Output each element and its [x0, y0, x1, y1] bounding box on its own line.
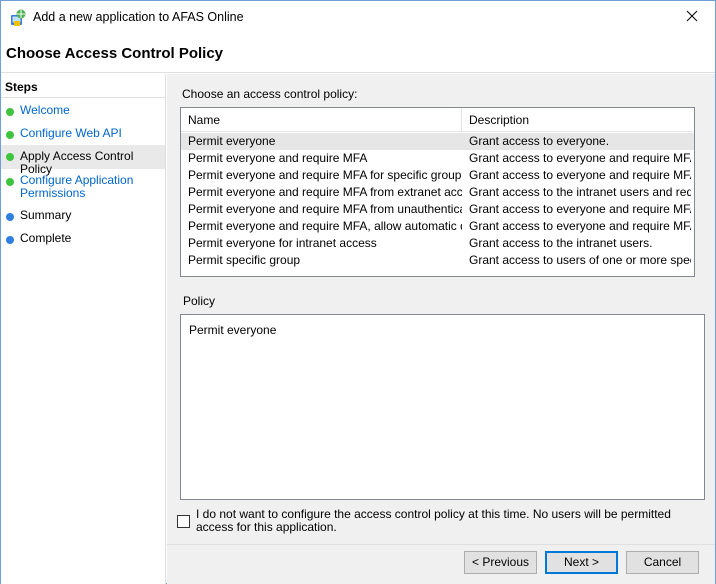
policy-list[interactable]: Name Description Permit everyone Grant a… [180, 107, 695, 277]
policy-description: Grant access to everyone and require MFA… [469, 219, 691, 233]
policy-description: Grant access to everyone and require MFA… [469, 151, 691, 165]
step-done-icon [6, 178, 14, 186]
step-pending-icon [6, 236, 14, 244]
close-button[interactable] [669, 1, 715, 33]
policy-name: Permit specific group [188, 253, 301, 267]
policy-description: Grant access to everyone and require MFA… [469, 202, 691, 216]
policy-row[interactable]: Permit specific group Grant access to us… [181, 252, 694, 269]
page-title: Choose Access Control Policy [6, 45, 224, 62]
policy-row[interactable]: Permit everyone and require MFA, allow a… [181, 218, 694, 235]
step-current-icon [6, 153, 14, 161]
step-label: Complete [20, 231, 72, 245]
step-apply-access-control-policy: Apply Access Control Policy [1, 145, 165, 176]
policy-name: Permit everyone and require MFA for spec… [188, 168, 462, 182]
step-label: Configure Application Permissions [20, 173, 134, 200]
policy-name: Permit everyone for intranet access [188, 236, 377, 250]
skip-policy-checkbox-label[interactable]: I do not want to configure the access co… [196, 508, 696, 534]
step-label: Welcome [20, 103, 70, 117]
policy-row[interactable]: Permit everyone and require MFA from una… [181, 201, 694, 218]
policy-row[interactable]: Permit everyone for intranet access Gran… [181, 235, 694, 252]
next-button[interactable]: Next > [545, 551, 618, 574]
step-pending-icon [6, 213, 14, 221]
policy-name: Permit everyone and require MFA from una… [188, 202, 462, 216]
title-bar: Add a new application to AFAS Online [1, 1, 715, 33]
steps-title: Steps [5, 80, 38, 94]
steps-pane: Steps Welcome Configure Web API Apply Ac… [1, 74, 166, 584]
policy-description: Grant access to the intranet users. [469, 236, 653, 250]
policy-label: Policy [183, 294, 216, 308]
policy-row[interactable]: Permit everyone and require MFA for spec… [181, 167, 694, 184]
previous-button[interactable]: < Previous [464, 551, 537, 574]
page-header: Choose Access Control Policy [1, 33, 715, 73]
policy-list-label: Choose an access control policy: [182, 87, 358, 101]
policy-name: Permit everyone [188, 134, 276, 148]
policy-description: Grant access to users of one or more spe… [469, 253, 691, 267]
steps-divider [1, 97, 166, 98]
policy-row[interactable]: Permit everyone and require MFA Grant ac… [181, 150, 694, 167]
policy-description: Grant access to the intranet users and r… [469, 185, 691, 199]
step-label: Configure Web API [20, 126, 122, 140]
policy-row[interactable]: Permit everyone Grant access to everyone… [181, 133, 694, 150]
cancel-button[interactable]: Cancel [626, 551, 699, 574]
policy-preview-box: Permit everyone [180, 314, 705, 500]
policy-name: Permit everyone and require MFA, allow a… [188, 219, 462, 233]
policy-description: Grant access to everyone and require MFA… [469, 168, 691, 182]
policy-row[interactable]: Permit everyone and require MFA from ext… [181, 184, 694, 201]
step-done-icon [6, 108, 14, 116]
wizard-window: Add a new application to AFAS Online Cho… [0, 0, 716, 584]
footer-divider [167, 544, 715, 545]
policy-description: Grant access to everyone. [469, 134, 610, 148]
window-title: Add a new application to AFAS Online [33, 10, 244, 24]
column-header-name[interactable]: Name [181, 108, 462, 132]
step-done-icon [6, 131, 14, 139]
policy-name: Permit everyone and require MFA [188, 151, 368, 165]
policy-preview-text: Permit everyone [189, 323, 277, 337]
list-header: Name Description [181, 108, 694, 132]
policy-name: Permit everyone and require MFA from ext… [188, 185, 462, 199]
step-label: Summary [20, 208, 72, 222]
adfs-app-icon [9, 9, 27, 27]
column-header-description[interactable]: Description [462, 108, 694, 132]
skip-policy-checkbox[interactable] [177, 515, 190, 528]
content-pane: Choose an access control policy: Name De… [167, 74, 715, 584]
close-icon [686, 10, 698, 25]
